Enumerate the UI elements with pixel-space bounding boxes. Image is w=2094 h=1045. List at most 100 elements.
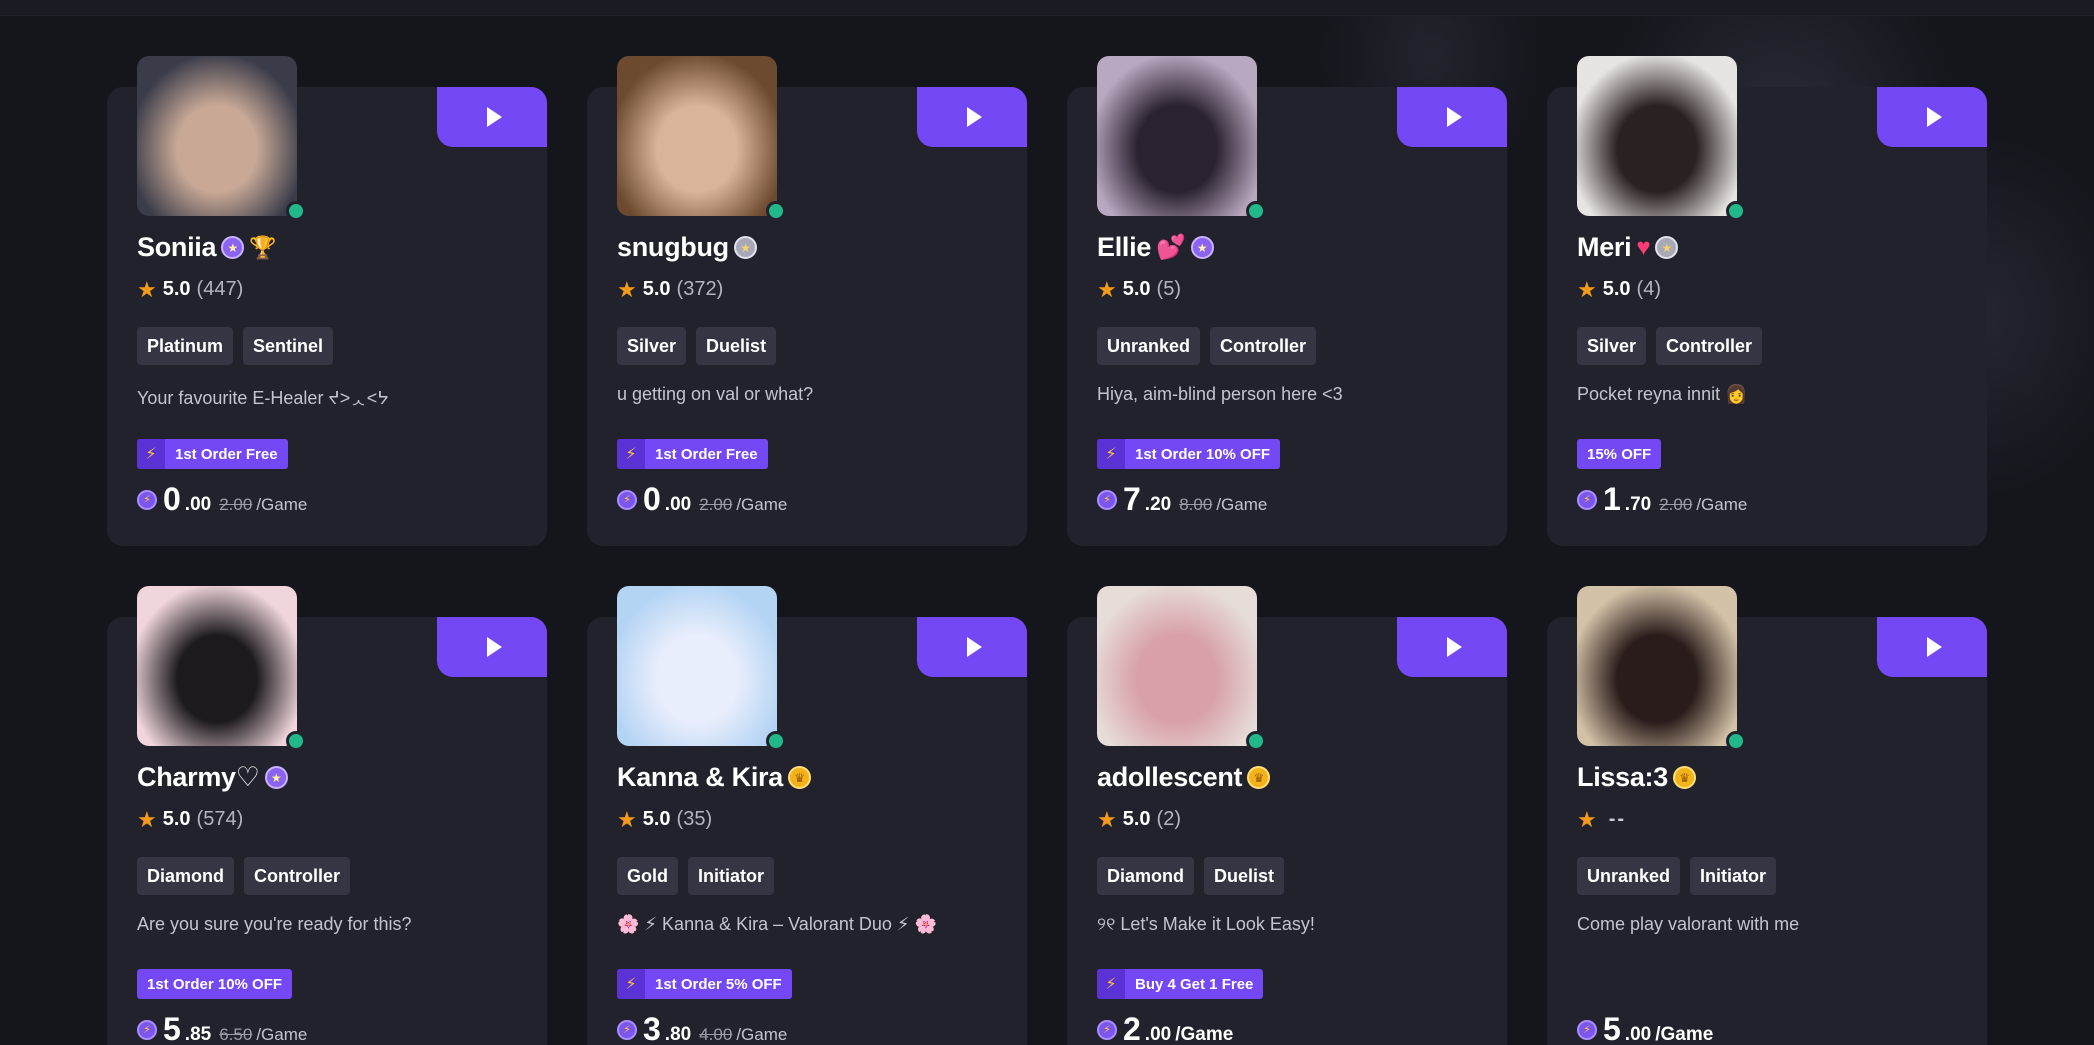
player-card[interactable]: snugbug ★ ★ 5.0 (372) Silver Duelist u ge…: [587, 56, 1027, 550]
avatar[interactable]: [617, 586, 777, 746]
rating: ★ 5.0 (372): [617, 278, 723, 301]
player-name[interactable]: Meri: [1577, 232, 1632, 263]
play-button[interactable]: [1877, 87, 1987, 147]
price: ⚡ 5 .00 /Game: [1577, 1011, 1713, 1045]
tag-list: Silver Duelist: [617, 327, 777, 365]
original-price: 2.00: [219, 495, 253, 514]
star-icon: ★: [1577, 276, 1597, 302]
play-button[interactable]: [1877, 617, 1987, 677]
price: ⚡ 3 .80 4.00 /Game: [617, 1011, 787, 1045]
original-price: 4.00: [699, 1025, 733, 1044]
star-icon: ★: [1577, 806, 1597, 832]
avatar[interactable]: [137, 56, 297, 216]
tag: Controller: [1210, 327, 1317, 365]
player-card[interactable]: Charmy♡ ★ ★ 5.0 (574) Diamond Controller …: [107, 586, 547, 1045]
silver-medal-icon: ★: [733, 236, 757, 259]
rating-value: 5.0: [1602, 278, 1631, 300]
rating-value: 5.0: [162, 278, 191, 300]
tag: Silver: [1577, 327, 1647, 365]
rating: ★ 5.0 (574): [137, 808, 243, 831]
price-decimal: .00: [1624, 1024, 1652, 1045]
avatar[interactable]: [137, 586, 297, 746]
player-card[interactable]: Lissa:3 ♛ ★ -- Unranked Initiator Come pl…: [1547, 586, 1987, 1045]
review-count: (5): [1156, 278, 1181, 300]
avatar[interactable]: [617, 56, 777, 216]
player-name-row: adollescent ♛: [1097, 762, 1271, 793]
star-icon: ★: [1097, 276, 1117, 302]
original-price: 2.00: [699, 495, 733, 514]
review-count: (372): [676, 278, 724, 300]
avatar[interactable]: [1097, 586, 1257, 746]
rating-value: 5.0: [642, 278, 671, 300]
price: ⚡ 1 .70 2.00 /Game: [1577, 481, 1747, 518]
bolt-icon: ⚡: [617, 969, 645, 999]
play-button[interactable]: [1397, 87, 1507, 147]
rating: ★ 5.0 (5): [1097, 278, 1181, 301]
player-name[interactable]: Lissa:3: [1577, 762, 1668, 793]
promo-text: 1st Order 10% OFF: [147, 975, 283, 993]
player-card[interactable]: Meri ♥ ★ ★ 5.0 (4) Silver Controller Pocke…: [1547, 56, 1987, 550]
player-name-row: Kanna & Kira ♛: [617, 762, 811, 793]
tag-list: Unranked Controller: [1097, 327, 1317, 365]
player-name[interactable]: Ellie: [1097, 232, 1151, 263]
promo-badge: ⚡ 1st Order Free: [137, 439, 288, 469]
player-description: 🌸 ⚡ Kanna & Kira – Valorant Duo ⚡ 🌸: [617, 914, 937, 934]
price-decimal: .20: [1144, 494, 1172, 515]
star-icon: ★: [137, 276, 157, 302]
tag: Unranked: [1577, 857, 1681, 895]
player-name-row: Charmy♡ ★: [137, 762, 288, 793]
play-button[interactable]: [917, 87, 1027, 147]
play-button[interactable]: [1397, 617, 1507, 677]
bolt-icon: ⚡: [137, 439, 165, 469]
promo-badge: ⚡ Buy 4 Get 1 Free: [1097, 969, 1264, 999]
avatar[interactable]: [1097, 56, 1257, 216]
play-button[interactable]: [437, 617, 547, 677]
tag: Initiator: [688, 857, 774, 895]
rating-value: 5.0: [162, 808, 191, 830]
player-name[interactable]: adollescent: [1097, 762, 1243, 793]
review-count: (4): [1636, 278, 1661, 300]
player-card[interactable]: adollescent ♛ ★ 5.0 (2) Diamond Duelist ୨…: [1067, 586, 1507, 1045]
player-name-row: Lissa:3 ♛: [1577, 762, 1696, 793]
silver-medal-icon: ★: [1655, 236, 1679, 259]
player-name-row: Meri ♥ ★: [1577, 232, 1679, 263]
play-icon: [1926, 637, 1942, 657]
player-name[interactable]: snugbug: [617, 232, 729, 263]
gold-medal-icon: ♛: [1672, 766, 1696, 789]
player-card[interactable]: Soniia ★ 🏆 ★ 5.0 (447) Platinum Sentinel Y…: [107, 56, 547, 550]
review-count: (447): [196, 278, 244, 300]
tag: Silver: [617, 327, 687, 365]
tag: Platinum: [137, 327, 234, 365]
player-name[interactable]: Kanna & Kira: [617, 762, 783, 793]
player-name[interactable]: Soniia: [137, 232, 217, 263]
tag-list: Silver Controller: [1577, 327, 1763, 365]
price-integer: 3: [643, 1011, 661, 1045]
price-integer: 2: [1123, 1011, 1141, 1045]
play-button[interactable]: [437, 87, 547, 147]
purple-medal-icon: ★: [1190, 236, 1214, 259]
player-description: Come play valorant with me: [1577, 914, 1800, 934]
hearts-icon: 💕: [1156, 234, 1186, 261]
coin-icon: ⚡: [1097, 1019, 1117, 1040]
rating-value: 5.0: [1122, 808, 1151, 830]
promo-text: 1st Order 10% OFF: [1135, 445, 1271, 463]
promo-badge: ⚡ 1st Order 10% OFF: [1097, 439, 1281, 469]
avatar[interactable]: [1577, 586, 1737, 746]
tag-list: Diamond Controller: [137, 857, 351, 895]
review-count: (2): [1156, 808, 1181, 830]
tag: Initiator: [1690, 857, 1777, 895]
avatar-image: [1097, 586, 1257, 746]
player-description: ୨୧ Let's Make it Look Easy!: [1097, 914, 1315, 934]
tag: Duelist: [696, 327, 777, 365]
player-name[interactable]: Charmy♡: [137, 762, 260, 793]
price-unit: /Game: [256, 1025, 308, 1044]
rating-value: 5.0: [642, 808, 671, 830]
play-button[interactable]: [917, 617, 1027, 677]
purple-medal-icon: ★: [221, 236, 245, 259]
player-card[interactable]: Ellie 💕 ★ ★ 5.0 (5) Unranked Controller Hi…: [1067, 56, 1507, 550]
avatar[interactable]: [1577, 56, 1737, 216]
player-card[interactable]: Kanna & Kira ♛ ★ 5.0 (35) Gold Initiator …: [587, 586, 1027, 1045]
tag-list: Gold Initiator: [617, 857, 774, 895]
player-description: Your favourite E-Healer ᔪ˃ᆺ˂ᔭ: [137, 388, 389, 408]
tag: Duelist: [1204, 857, 1285, 895]
